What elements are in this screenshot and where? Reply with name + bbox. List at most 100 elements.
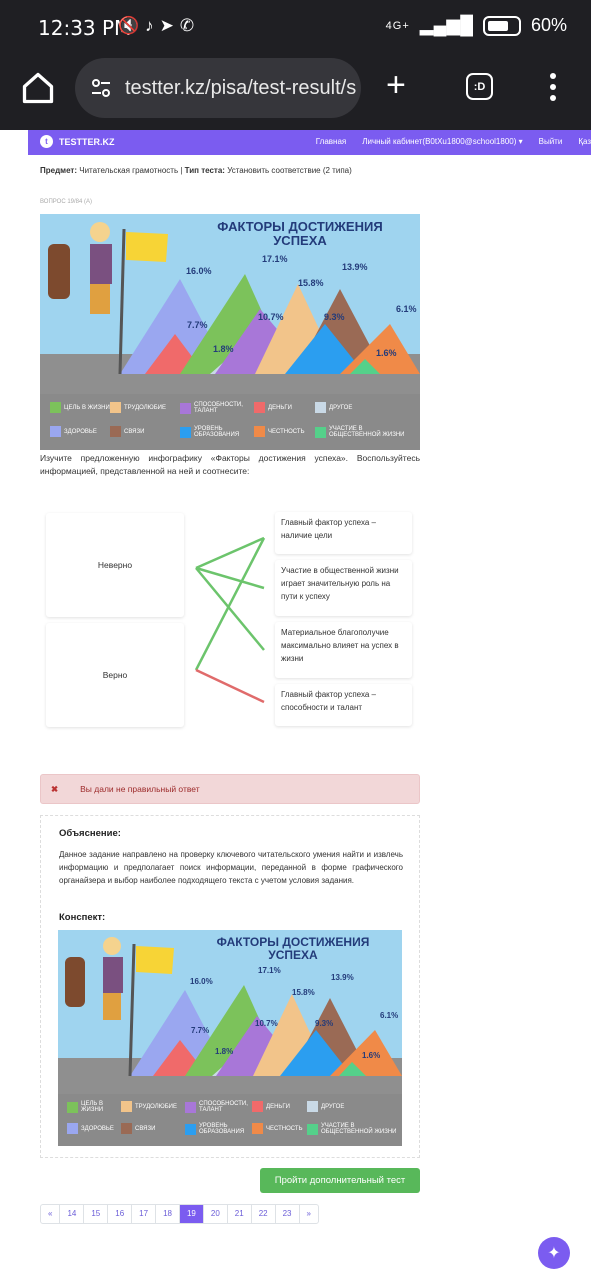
- legend-item: УРОВЕНЬ ОБРАЗОВАНИЯ: [185, 1123, 251, 1135]
- home-icon[interactable]: [20, 70, 56, 106]
- infographic-legend: ЦЕЛЬ В ЖИЗНИ ТРУДОЛЮБИЕ СПОСОБНОСТИ, ТАЛ…: [40, 394, 420, 450]
- signal-icon: ▂▄▆█: [419, 15, 473, 35]
- legend-item: ТРУДОЛЮБИЕ: [110, 402, 166, 413]
- percent-label: 17.1%: [262, 254, 288, 264]
- percent-label: 10.7%: [258, 312, 284, 322]
- page-link[interactable]: 15: [84, 1205, 109, 1223]
- percent-label: 7.7%: [191, 1026, 210, 1035]
- legend-item: ЦЕЛЬ В ЖИЗНИ: [67, 1101, 122, 1113]
- page-next[interactable]: »: [300, 1205, 318, 1223]
- sparkle-assistant-button[interactable]: ✦: [538, 1237, 570, 1269]
- infographic-legend: ЦЕЛЬ В ЖИЗНИ ТРУДОЛЮБИЕ СПОСОБНОСТИ, ТАЛ…: [58, 1094, 402, 1146]
- new-tab-icon[interactable]: +: [386, 66, 406, 105]
- match-connection-lines: [194, 536, 266, 704]
- legend-item: ДЕНЬГИ: [254, 402, 292, 413]
- instructions-text: Изучите предложенную инфографику «Фактор…: [40, 453, 420, 476]
- legend-item: СВЯЗИ: [110, 426, 144, 437]
- percent-label: 1.8%: [215, 1047, 234, 1056]
- logo-text: TESTTER.KZ: [59, 136, 115, 147]
- percent-label: 6.1%: [380, 1011, 399, 1020]
- match-right-item[interactable]: Материальное благополучие максимально вл…: [275, 622, 412, 678]
- type-label: Тип теста:: [184, 166, 225, 175]
- percent-label: 15.8%: [292, 988, 315, 997]
- page-link-active[interactable]: 19: [179, 1205, 204, 1223]
- page-link[interactable]: 14: [60, 1205, 85, 1223]
- page-link[interactable]: 21: [228, 1205, 252, 1223]
- match-line: [195, 567, 265, 651]
- pagination: « 14 15 16 17 18 19 20 21 22 23 »: [40, 1204, 319, 1224]
- legend-item: СВЯЗИ: [121, 1123, 155, 1134]
- percent-label: 10.7%: [255, 1019, 278, 1028]
- battery-level: 60%: [530, 15, 567, 35]
- status-bar: 12:33 PM 🔇♪➤✆ 4G+ ▂▄▆█ 60%: [0, 0, 591, 56]
- page-link[interactable]: 17: [132, 1205, 157, 1223]
- type-value: Установить соответствие (2 типа): [227, 166, 352, 175]
- nav-language[interactable]: Қаз: [578, 137, 591, 146]
- match-line: [194, 537, 266, 671]
- page-link[interactable]: 18: [156, 1205, 180, 1223]
- tabs-icon[interactable]: :D: [466, 73, 493, 100]
- match-line: [195, 668, 265, 704]
- legend-item: СПОСОБНОСТИ, ТАЛАНТ: [185, 1101, 251, 1113]
- legend-item: СПОСОБНОСТИ, ТАЛАНТ: [180, 402, 252, 414]
- legend-item: УЧАСТИЕ В ОБЩЕСТВЕННОЙ ЖИЗНИ: [307, 1123, 399, 1135]
- percent-label: 1.6%: [376, 348, 397, 358]
- percent-label: 13.9%: [331, 973, 354, 982]
- percent-label: 1.8%: [213, 344, 234, 354]
- page-link[interactable]: 23: [276, 1205, 300, 1223]
- percent-label: 1.6%: [362, 1051, 381, 1060]
- nav-logout[interactable]: Выйти: [539, 137, 563, 146]
- nav-links: Главная Личный кабинет(B0tXu1800@school1…: [316, 137, 591, 146]
- question-number: ВОПРОС 19/84 (A): [40, 199, 92, 205]
- percent-label: 16.0%: [186, 266, 212, 276]
- percent-label: 6.1%: [396, 304, 417, 314]
- match-left-correct[interactable]: Верно: [46, 623, 184, 727]
- notification-icons: 🔇♪➤✆: [118, 16, 201, 35]
- nav-home[interactable]: Главная: [316, 137, 346, 146]
- percent-label: 13.9%: [342, 262, 368, 272]
- nav-cabinet[interactable]: Личный кабинет(B0tXu1800@school1800) ▾: [362, 137, 522, 146]
- percent-label: 7.7%: [187, 320, 208, 330]
- browser-toolbar: testter.kz/pisa/test-result/s + :D: [0, 56, 591, 130]
- page-link[interactable]: 20: [204, 1205, 228, 1223]
- explanation-heading: Объяснение:: [59, 828, 121, 839]
- legend-item: ЗДОРОВЬЕ: [67, 1123, 114, 1134]
- legend-item: УЧАСТИЕ В ОБЩЕСТВЕННОЙ ЖИЗНИ: [315, 426, 415, 438]
- match-right-item[interactable]: Главный фактор успеха – способности и та…: [275, 684, 412, 726]
- site-settings-icon[interactable]: [89, 76, 113, 100]
- explanation-text: Данное задание направлено на проверку кл…: [59, 850, 403, 885]
- percent-label: 16.0%: [190, 977, 213, 986]
- site-logo[interactable]: t TESTTER.KZ: [40, 135, 115, 148]
- subject-label: Предмет:: [40, 166, 78, 175]
- legend-item: ЧЕСТНОСТЬ: [252, 1123, 303, 1134]
- legend-item: УРОВЕНЬ ОБРАЗОВАНИЯ: [180, 426, 252, 438]
- page-link[interactable]: 16: [108, 1205, 133, 1223]
- page-prev[interactable]: «: [41, 1205, 61, 1223]
- address-bar[interactable]: testter.kz/pisa/test-result/s: [75, 58, 361, 118]
- match-left-incorrect[interactable]: Неверно: [46, 513, 184, 617]
- summary-heading: Конспект:: [59, 912, 106, 923]
- match-right-item[interactable]: Главный фактор успеха – наличие цели: [275, 512, 412, 554]
- additional-test-button[interactable]: Пройти дополнительный тест: [260, 1168, 420, 1193]
- error-icon: ✖: [51, 783, 59, 794]
- match-line: [195, 566, 265, 590]
- percent-label: 9.3%: [324, 312, 345, 322]
- result-alert: ✖ Вы дали не правильный ответ: [40, 774, 420, 804]
- battery-icon: [482, 15, 521, 36]
- infographic-image: ФАКТОРЫ ДОСТИЖЕНИЯ УСПЕХА 16.0% 17.1% 15…: [40, 214, 420, 450]
- url-text[interactable]: testter.kz/pisa/test-result/s: [125, 77, 356, 100]
- logo-icon: t: [40, 135, 53, 148]
- network-type: 4G+: [385, 19, 410, 32]
- legend-item: ЦЕЛЬ В ЖИЗНИ: [50, 402, 110, 413]
- match-line: [195, 536, 265, 570]
- legend-item: ЗДОРОВЬЕ: [50, 426, 97, 437]
- status-right: 4G+ ▂▄▆█ 60%: [386, 15, 567, 36]
- page-link[interactable]: 22: [252, 1205, 276, 1223]
- percent-label: 9.3%: [315, 1019, 334, 1028]
- more-menu-icon[interactable]: [548, 72, 558, 102]
- infographic-title: ФАКТОРЫ ДОСТИЖЕНИЯ УСПЕХА: [217, 219, 383, 248]
- legend-item: ДРУГОЕ: [315, 402, 352, 413]
- legend-item: ЧЕСТНОСТЬ: [254, 426, 305, 437]
- match-right-item[interactable]: Участие в общественной жизни играет знач…: [275, 560, 412, 616]
- subject-value: Читательская грамотность: [79, 166, 179, 175]
